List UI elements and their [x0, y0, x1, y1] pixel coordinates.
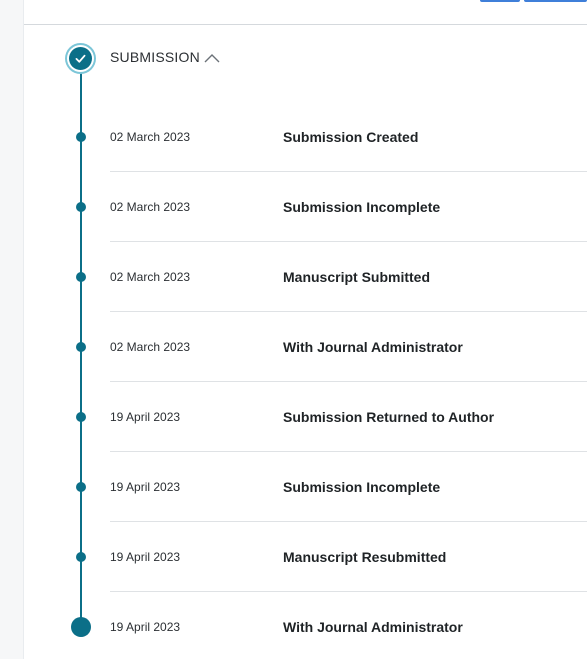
- section-title: SUBMISSION: [110, 49, 200, 65]
- timeline-event: 02 March 2023 Manuscript Submitted: [110, 242, 587, 312]
- left-gutter: [0, 0, 24, 659]
- event-date: 02 March 2023: [110, 270, 191, 284]
- timeline-dot: [76, 202, 86, 212]
- timeline-event: 19 April 2023 Submission Incomplete: [110, 452, 587, 522]
- timeline-dot: [76, 272, 86, 282]
- timeline-event: 02 March 2023 With Journal Administrator: [110, 312, 587, 382]
- timeline-dot: [76, 342, 86, 352]
- event-date: 19 April 2023: [110, 620, 181, 634]
- timeline-dot: [76, 552, 86, 562]
- timeline-event: 19 April 2023 Manuscript Resubmitted: [110, 522, 587, 592]
- page: SUBMISSION 02 March 2023 Submission Creat…: [0, 0, 587, 659]
- event-title: Manuscript Submitted: [283, 269, 431, 285]
- timeline-dot: [76, 132, 86, 142]
- event-date: 02 March 2023: [110, 200, 191, 214]
- chevron-up-icon[interactable]: [204, 52, 220, 64]
- event-date: 19 April 2023: [110, 550, 181, 564]
- event-title: With Journal Administrator: [283, 619, 463, 635]
- event-title: Submission Created: [283, 129, 419, 145]
- timeline-event: 19 April 2023 With Journal Administrator: [110, 592, 587, 659]
- event-date: 19 April 2023: [110, 480, 181, 494]
- event-title: With Journal Administrator: [283, 339, 463, 355]
- event-date: 02 March 2023: [110, 130, 191, 144]
- timeline-dot: [76, 482, 86, 492]
- check-icon: [75, 54, 86, 63]
- event-date: 02 March 2023: [110, 340, 191, 354]
- timeline-dot: [76, 412, 86, 422]
- event-title: Manuscript Resubmitted: [283, 549, 447, 565]
- event-title: Submission Incomplete: [283, 199, 441, 215]
- event-title: Submission Returned to Author: [283, 409, 495, 425]
- timeline-event: 02 March 2023 Submission Incomplete: [110, 172, 587, 242]
- timeline-event: 19 April 2023 Submission Returned to Auth…: [110, 382, 587, 452]
- timeline-current-marker: [72, 618, 90, 636]
- timeline-event: 02 March 2023 Submission Created: [110, 102, 587, 172]
- section-status-badge: [69, 47, 92, 70]
- top-bar: [24, 0, 587, 25]
- top-action-button-secondary[interactable]: [524, 0, 587, 2]
- event-date: 19 April 2023: [110, 410, 181, 424]
- event-title: Submission Incomplete: [283, 479, 441, 495]
- top-action-button[interactable]: [480, 0, 520, 2]
